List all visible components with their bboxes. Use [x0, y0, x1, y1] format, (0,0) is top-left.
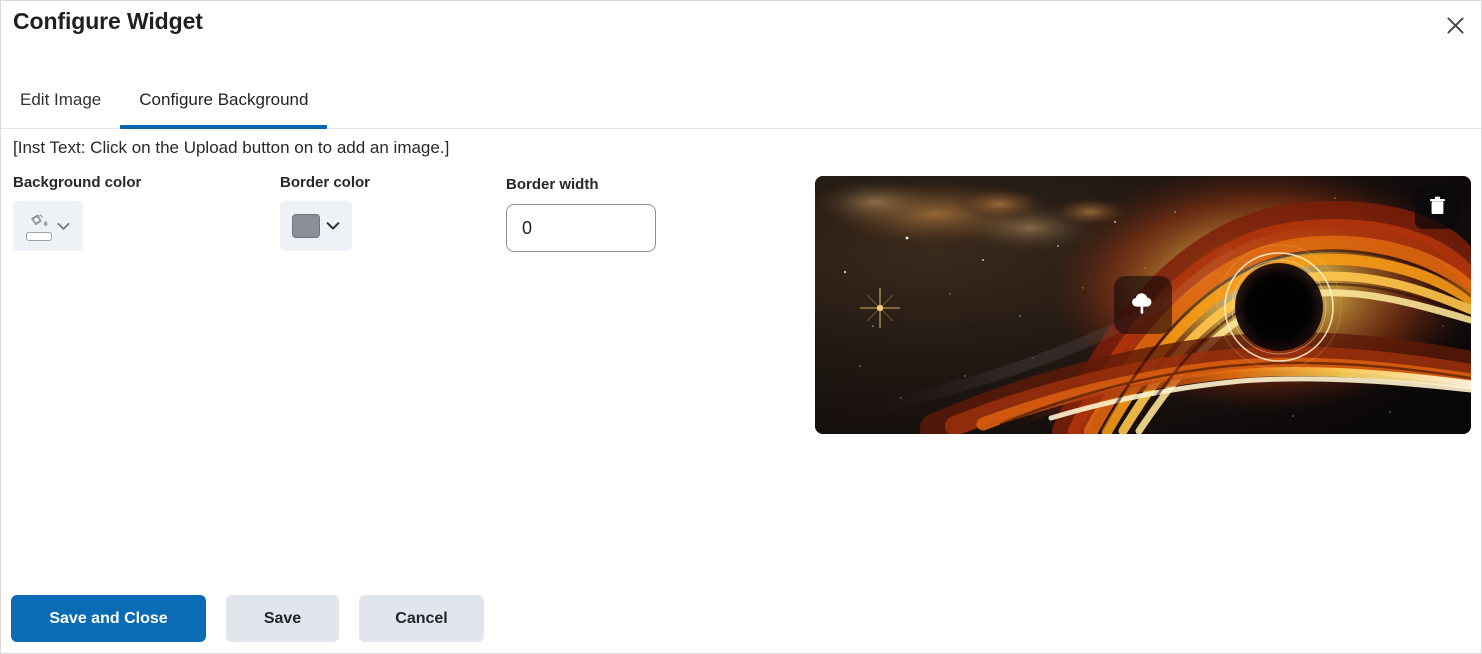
save-button[interactable]: Save [226, 595, 339, 642]
tab-configure-background[interactable]: Configure Background [120, 90, 328, 129]
dialog-body: [Inst Text: Click on the Upload button o… [1, 129, 1481, 653]
close-button[interactable] [1437, 7, 1473, 43]
save-and-close-button[interactable]: Save and Close [11, 595, 206, 642]
instruction-text: [Inst Text: Click on the Upload button o… [13, 138, 450, 157]
save-label: Save [263, 609, 302, 627]
trash-icon [1428, 195, 1447, 219]
border-width-field: Border width [506, 176, 656, 252]
tab-bar: Edit Image Configure Background [1, 51, 1481, 129]
cloud-upload-icon [1130, 291, 1157, 319]
cancel-button[interactable]: Cancel [359, 595, 484, 642]
background-color-swatch [26, 231, 52, 241]
delete-image-button[interactable] [1415, 185, 1459, 229]
paint-bucket-icon [26, 212, 52, 241]
tab-edit-image-label: Edit Image [20, 90, 102, 109]
chevron-down-icon [326, 219, 340, 234]
border-color-label: Border color [280, 174, 371, 191]
border-color-picker[interactable] [280, 201, 352, 251]
save-and-close-label: Save and Close [49, 609, 168, 627]
upload-image-button[interactable] [1114, 276, 1172, 334]
background-color-picker[interactable] [13, 201, 83, 251]
image-preview[interactable] [815, 176, 1471, 434]
dialog-title: Configure Widget [13, 8, 203, 34]
border-width-label: Border width [506, 176, 599, 193]
dialog-header: Configure Widget [1, 1, 1481, 51]
dialog-footer: Save and Close Save Cancel [1, 584, 1481, 653]
cancel-label: Cancel [395, 609, 448, 627]
tab-configure-background-label: Configure Background [139, 90, 309, 109]
border-color-field: Border color [280, 174, 370, 251]
background-color-field: Background color [13, 174, 141, 251]
chevron-down-icon [57, 219, 70, 234]
configure-widget-dialog: Configure Widget Edit Image Configure Ba… [0, 0, 1482, 654]
close-icon [1446, 16, 1465, 35]
tab-edit-image[interactable]: Edit Image [1, 91, 120, 128]
border-width-input[interactable] [506, 204, 656, 252]
border-color-swatch [292, 214, 320, 238]
background-color-label: Background color [13, 174, 142, 191]
